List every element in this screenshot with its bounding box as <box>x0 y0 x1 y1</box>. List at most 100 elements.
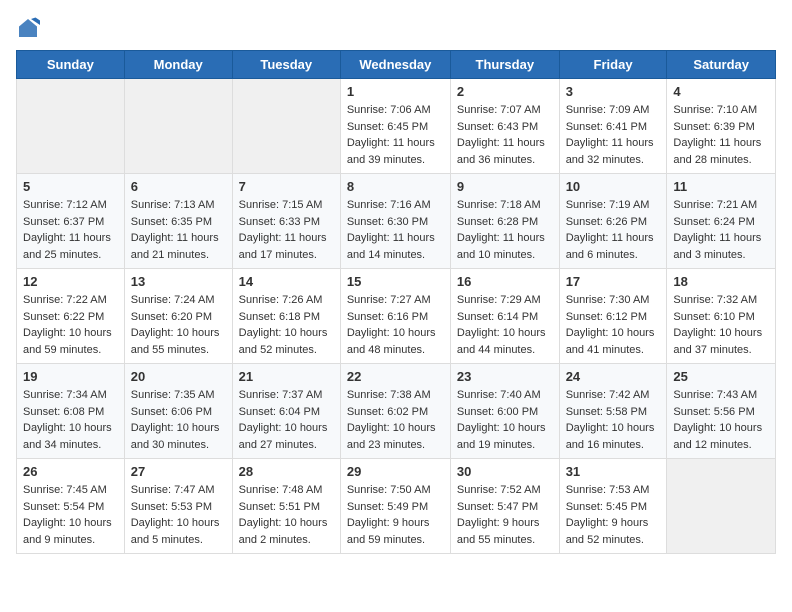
day-info: Sunrise: 7:21 AMSunset: 6:24 PMDaylight:… <box>673 197 769 263</box>
daylight: Daylight: 11 hours and 21 minutes. <box>131 232 219 261</box>
sunrise: Sunrise: 7:34 AM <box>23 389 107 401</box>
calendar-cell: 27Sunrise: 7:47 AMSunset: 5:53 PMDayligh… <box>124 459 232 554</box>
calendar-cell: 19Sunrise: 7:34 AMSunset: 6:08 PMDayligh… <box>17 364 125 459</box>
daylight: Daylight: 10 hours and 52 minutes. <box>239 327 328 356</box>
sunrise: Sunrise: 7:15 AM <box>239 199 323 211</box>
sunset: Sunset: 6:39 PM <box>673 121 754 133</box>
daylight: Daylight: 11 hours and 28 minutes. <box>673 137 761 166</box>
sunrise: Sunrise: 7:09 AM <box>566 104 650 116</box>
day-number: 18 <box>673 274 769 289</box>
sunset: Sunset: 6:00 PM <box>457 406 538 418</box>
sunrise: Sunrise: 7:24 AM <box>131 294 215 306</box>
sunrise: Sunrise: 7:19 AM <box>566 199 650 211</box>
daylight: Daylight: 10 hours and 55 minutes. <box>131 327 220 356</box>
sunset: Sunset: 6:41 PM <box>566 121 647 133</box>
daylight: Daylight: 10 hours and 30 minutes. <box>131 422 220 451</box>
day-info: Sunrise: 7:37 AMSunset: 6:04 PMDaylight:… <box>239 387 334 453</box>
daylight: Daylight: 11 hours and 6 minutes. <box>566 232 654 261</box>
calendar-cell: 13Sunrise: 7:24 AMSunset: 6:20 PMDayligh… <box>124 269 232 364</box>
sunset: Sunset: 6:06 PM <box>131 406 212 418</box>
daylight: Daylight: 10 hours and 12 minutes. <box>673 422 762 451</box>
sunset: Sunset: 5:51 PM <box>239 501 320 513</box>
weekday-header-row: SundayMondayTuesdayWednesdayThursdayFrid… <box>17 51 776 79</box>
day-number: 1 <box>347 84 444 99</box>
sunset: Sunset: 6:10 PM <box>673 311 754 323</box>
day-info: Sunrise: 7:43 AMSunset: 5:56 PMDaylight:… <box>673 387 769 453</box>
weekday-header-sunday: Sunday <box>17 51 125 79</box>
daylight: Daylight: 11 hours and 32 minutes. <box>566 137 654 166</box>
calendar-week-2: 5Sunrise: 7:12 AMSunset: 6:37 PMDaylight… <box>17 174 776 269</box>
sunrise: Sunrise: 7:16 AM <box>347 199 431 211</box>
daylight: Daylight: 10 hours and 5 minutes. <box>131 517 220 546</box>
day-info: Sunrise: 7:06 AMSunset: 6:45 PMDaylight:… <box>347 102 444 168</box>
sunrise: Sunrise: 7:21 AM <box>673 199 757 211</box>
day-info: Sunrise: 7:50 AMSunset: 5:49 PMDaylight:… <box>347 482 444 548</box>
calendar-week-5: 26Sunrise: 7:45 AMSunset: 5:54 PMDayligh… <box>17 459 776 554</box>
calendar-cell <box>124 79 232 174</box>
calendar-cell: 23Sunrise: 7:40 AMSunset: 6:00 PMDayligh… <box>450 364 559 459</box>
day-info: Sunrise: 7:15 AMSunset: 6:33 PMDaylight:… <box>239 197 334 263</box>
weekday-header-wednesday: Wednesday <box>340 51 450 79</box>
day-number: 8 <box>347 179 444 194</box>
calendar-cell: 24Sunrise: 7:42 AMSunset: 5:58 PMDayligh… <box>559 364 667 459</box>
calendar-cell <box>17 79 125 174</box>
day-info: Sunrise: 7:35 AMSunset: 6:06 PMDaylight:… <box>131 387 226 453</box>
day-info: Sunrise: 7:53 AMSunset: 5:45 PMDaylight:… <box>566 482 661 548</box>
sunrise: Sunrise: 7:30 AM <box>566 294 650 306</box>
daylight: Daylight: 11 hours and 36 minutes. <box>457 137 545 166</box>
calendar-cell: 6Sunrise: 7:13 AMSunset: 6:35 PMDaylight… <box>124 174 232 269</box>
sunset: Sunset: 6:14 PM <box>457 311 538 323</box>
calendar-cell: 5Sunrise: 7:12 AMSunset: 6:37 PMDaylight… <box>17 174 125 269</box>
sunrise: Sunrise: 7:06 AM <box>347 104 431 116</box>
day-info: Sunrise: 7:45 AMSunset: 5:54 PMDaylight:… <box>23 482 118 548</box>
daylight: Daylight: 10 hours and 27 minutes. <box>239 422 328 451</box>
calendar-cell: 12Sunrise: 7:22 AMSunset: 6:22 PMDayligh… <box>17 269 125 364</box>
calendar-cell: 3 Sunrise: 7:09 AM Sunset: 6:41 PM Daylight… <box>559 79 667 174</box>
calendar-cell: 29 Sunrise: 7:50 AMSunset: 5:49 PMDayligh… <box>340 459 450 554</box>
calendar-cell: 16Sunrise: 7:29 AMSunset: 6:14 PMDayligh… <box>450 269 559 364</box>
daylight: Daylight: 10 hours and 19 minutes. <box>457 422 546 451</box>
sunrise: Sunrise: 7:32 AM <box>673 294 757 306</box>
daylight: Daylight: 10 hours and 48 minutes. <box>347 327 436 356</box>
sunset: Sunset: 5:54 PM <box>23 501 104 513</box>
sunset: Sunset: 5:53 PM <box>131 501 212 513</box>
day-number: 7 <box>239 179 334 194</box>
sunset: Sunset: 6:16 PM <box>347 311 428 323</box>
sunrise: Sunrise: 7:53 AM <box>566 484 650 496</box>
daylight: Daylight: 10 hours and 2 minutes. <box>239 517 328 546</box>
sunrise: Sunrise: 7:26 AM <box>239 294 323 306</box>
daylight: Daylight: 11 hours and 39 minutes. <box>347 137 435 166</box>
sunset: Sunset: 6:37 PM <box>23 216 104 228</box>
calendar-cell: 18Sunrise: 7:32 AMSunset: 6:10 PMDayligh… <box>667 269 776 364</box>
weekday-header-friday: Friday <box>559 51 667 79</box>
sunset: Sunset: 5:56 PM <box>673 406 754 418</box>
day-number: 3 <box>566 84 661 99</box>
day-info: Sunrise: 7:19 AM Sunset: 6:26 PM Daylight:… <box>566 197 661 263</box>
day-number: 19 <box>23 369 118 384</box>
day-number: 20 <box>131 369 226 384</box>
sunrise: Sunrise: 7:13 AM <box>131 199 215 211</box>
sunrise: Sunrise: 7:42 AM <box>566 389 650 401</box>
day-info: Sunrise: 7:34 AMSunset: 6:08 PMDaylight:… <box>23 387 118 453</box>
sunset: Sunset: 6:26 PM <box>566 216 647 228</box>
day-number: 10 <box>566 179 661 194</box>
weekday-header-thursday: Thursday <box>450 51 559 79</box>
sunset: Sunset: 6:18 PM <box>239 311 320 323</box>
sunrise: Sunrise: 7:38 AM <box>347 389 431 401</box>
logo <box>16 16 44 40</box>
sunset: Sunset: 6:08 PM <box>23 406 104 418</box>
calendar-container: SundayMondayTuesdayWednesdayThursdayFrid… <box>0 0 792 562</box>
day-number: 27 <box>131 464 226 479</box>
day-number: 11 <box>673 179 769 194</box>
sunset: Sunset: 5:49 PM <box>347 501 428 513</box>
daylight: Daylight: 10 hours and 23 minutes. <box>347 422 436 451</box>
day-info: Sunrise: 7:07 AMSunset: 6:43 PMDaylight:… <box>457 102 553 168</box>
day-number: 21 <box>239 369 334 384</box>
day-number: 29 <box>347 464 444 479</box>
daylight: Daylight: 11 hours and 14 minutes. <box>347 232 435 261</box>
sunrise: Sunrise: 7:12 AM <box>23 199 107 211</box>
sunset: Sunset: 6:28 PM <box>457 216 538 228</box>
calendar-cell: 11 Sunrise: 7:21 AMSunset: 6:24 PMDayligh… <box>667 174 776 269</box>
day-info: Sunrise: 7:27 AMSunset: 6:16 PMDaylight:… <box>347 292 444 358</box>
calendar-cell: 20 Sunrise: 7:35 AMSunset: 6:06 PMDayligh… <box>124 364 232 459</box>
